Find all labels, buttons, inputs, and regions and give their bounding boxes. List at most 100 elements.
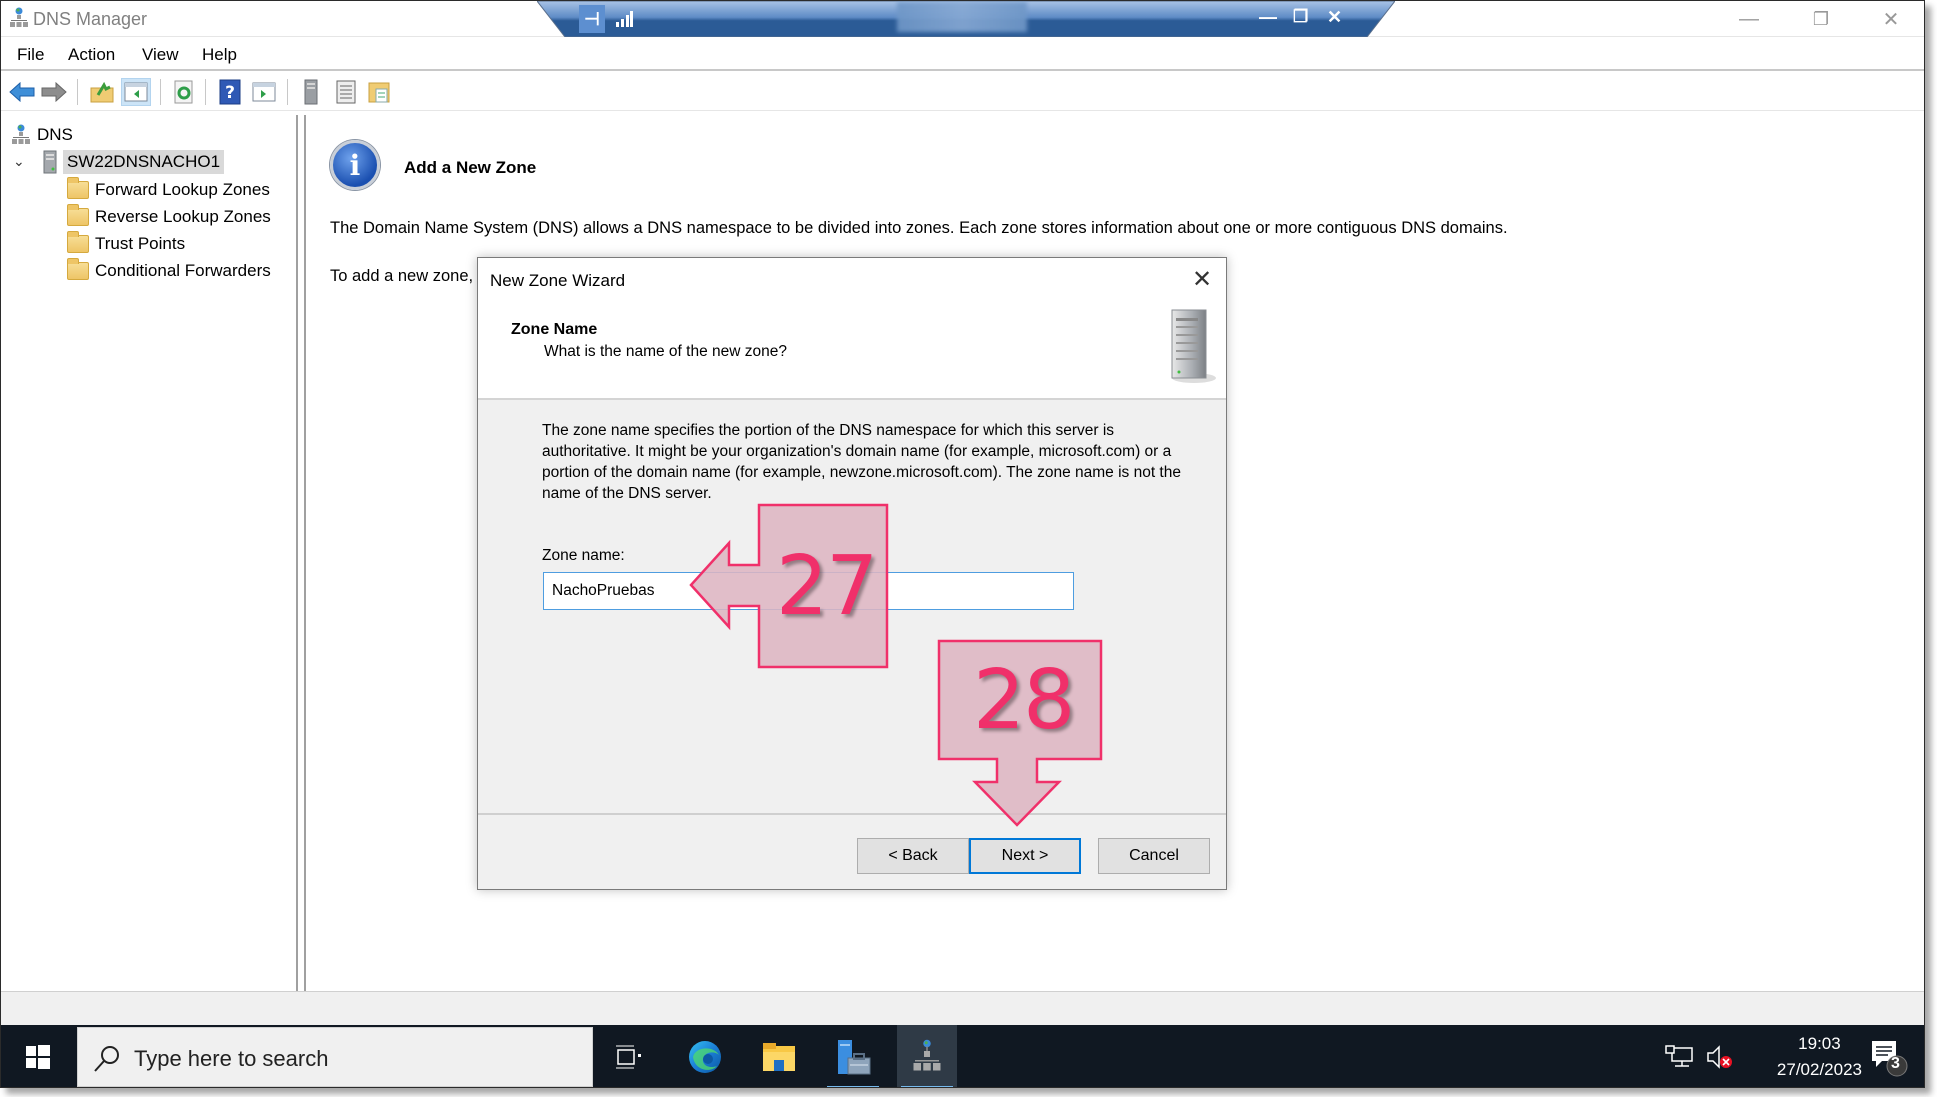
pin-button[interactable]: ⊣ [579, 5, 605, 33]
dialog-close-button[interactable]: ✕ [1182, 262, 1222, 296]
taskbar-clock[interactable]: 19:03 27/02/2023 [1777, 1031, 1862, 1083]
status-bar [1, 991, 1924, 1025]
rdp-minimize-button[interactable]: — [1259, 7, 1277, 28]
taskbar-search-box[interactable]: Type here to search [77, 1027, 593, 1087]
dns-manager-icon [913, 1039, 941, 1071]
annotation-28-number: 28 [973, 653, 1075, 748]
toolbar-separator [287, 79, 288, 105]
back-button[interactable]: < Back [857, 838, 969, 874]
menu-view[interactable]: View [142, 45, 179, 65]
console-tree: DNS ⌄ SW22DNSNACHO1 Forward Lookup Zones… [1, 115, 298, 991]
taskbar: Type here to search 19:03 27/02/2023 3 [1, 1025, 1924, 1087]
list-button[interactable] [331, 78, 361, 106]
forward-button[interactable] [39, 78, 69, 106]
content-title: Add a New Zone [404, 158, 537, 177]
connection-quality-icon [616, 11, 633, 27]
annotation-27-number: 27 [776, 539, 878, 634]
tree-item-conditional-forwarders[interactable]: Conditional Forwarders [67, 257, 271, 284]
wizard-header: Zone Name What is the name of the new zo… [478, 300, 1226, 400]
help-button[interactable]: ? [215, 78, 245, 106]
toolbar-separator [160, 79, 161, 105]
volume-tray-button[interactable] [1703, 1025, 1739, 1087]
action-center-button[interactable]: 3 [1870, 1039, 1910, 1079]
folder-icon [67, 257, 89, 280]
info-icon: i [330, 140, 380, 190]
back-icon [9, 82, 35, 102]
server-icon [43, 150, 57, 173]
toolbar-separator [77, 79, 78, 105]
content-instruction: To add a new zone, [330, 267, 474, 285]
restore-button[interactable]: ❐ [1793, 1, 1849, 37]
dns-manager-taskbar-button[interactable] [897, 1025, 957, 1087]
chevron-down-icon[interactable]: ⌄ [13, 153, 31, 170]
rdp-restore-button[interactable]: ❐ [1293, 7, 1308, 27]
tree-label: SW22DNSNACHO1 [63, 149, 225, 174]
show-hide-console-tree-button[interactable] [121, 78, 151, 106]
task-view-button[interactable] [599, 1025, 659, 1087]
up-folder-icon [90, 81, 114, 103]
server-tower-icon [1171, 309, 1216, 383]
refresh-icon [174, 80, 193, 104]
task-view-icon [616, 1045, 641, 1069]
file-explorer-button[interactable] [749, 1025, 809, 1087]
notification-count: 3 [1891, 1055, 1900, 1072]
folder-icon [67, 176, 89, 199]
minimize-icon: — [1739, 7, 1759, 30]
minimize-button[interactable]: — [1721, 1, 1777, 37]
content-description: The Domain Name System (DNS) allows a DN… [330, 219, 1508, 237]
rdp-close-button[interactable]: ✕ [1327, 7, 1342, 28]
dns-manager-window: DNS Manager — ❐ ✕ ⊣ — ❐ ✕ File Action Vi… [0, 0, 1925, 1088]
help-icon: ? [219, 79, 241, 105]
tree-item-dns-root[interactable]: DNS [11, 121, 73, 148]
wizard-description: The zone name specifies the portion of t… [542, 422, 1181, 502]
footer-divider [478, 813, 1226, 815]
server-manager-button[interactable] [823, 1025, 883, 1087]
edge-button[interactable] [675, 1025, 735, 1087]
close-icon: ✕ [1882, 8, 1900, 31]
refresh-button[interactable] [169, 78, 199, 106]
menu-file[interactable]: File [17, 45, 44, 65]
folder-icon [67, 203, 89, 226]
dns-icon [12, 124, 30, 144]
properties-icon [368, 82, 390, 103]
list-icon [336, 80, 356, 104]
start-button[interactable] [1, 1025, 75, 1087]
folder-icon [67, 230, 89, 253]
svg-text:?: ? [225, 83, 235, 103]
next-button[interactable]: Next > [969, 838, 1081, 874]
remote-desktop-connection-bar: ⊣ — ❐ ✕ [537, 1, 1395, 37]
zone-name-label: Zone name: [542, 547, 625, 564]
tree-label: Trust Points [95, 233, 186, 253]
toolbar-separator [205, 79, 206, 105]
notification-icon [1872, 1041, 1908, 1077]
menu-action[interactable]: Action [68, 45, 115, 65]
menu-help[interactable]: Help [202, 45, 237, 65]
tree-item-trust-points[interactable]: Trust Points [67, 230, 185, 257]
tree-item-server[interactable]: ⌄ SW22DNSNACHO1 [13, 148, 225, 175]
close-icon: ✕ [1191, 265, 1213, 293]
file-explorer-icon [763, 1043, 795, 1071]
rdp-restore-icon: ❐ [1293, 7, 1309, 26]
server-manager-icon [838, 1040, 871, 1075]
network-icon [1665, 1045, 1693, 1067]
dns-app-icon [10, 7, 28, 27]
windows-logo-icon [26, 1045, 50, 1069]
restore-icon: ❐ [1812, 8, 1830, 29]
up-one-level-button[interactable] [87, 78, 117, 106]
show-hide-action-pane-button[interactable] [249, 78, 279, 106]
back-button[interactable] [7, 78, 37, 106]
properties-button[interactable] [365, 78, 395, 106]
rdp-close-icon: ✕ [1327, 7, 1343, 27]
network-tray-button[interactable] [1661, 1025, 1697, 1087]
server-button[interactable] [296, 78, 326, 106]
tree-item-forward-lookup-zones[interactable]: Forward Lookup Zones [67, 176, 270, 203]
cancel-button[interactable]: Cancel [1098, 838, 1210, 874]
rdp-minimize-icon: — [1259, 7, 1277, 27]
clock-time: 19:03 [1798, 1034, 1841, 1053]
close-button[interactable]: ✕ [1863, 1, 1919, 37]
tree-item-reverse-lookup-zones[interactable]: Reverse Lookup Zones [67, 203, 271, 230]
edge-icon [689, 1041, 721, 1073]
dialog-title: New Zone Wizard [490, 271, 626, 290]
server-icon [304, 79, 318, 105]
toolbar: ? [1, 73, 1924, 111]
